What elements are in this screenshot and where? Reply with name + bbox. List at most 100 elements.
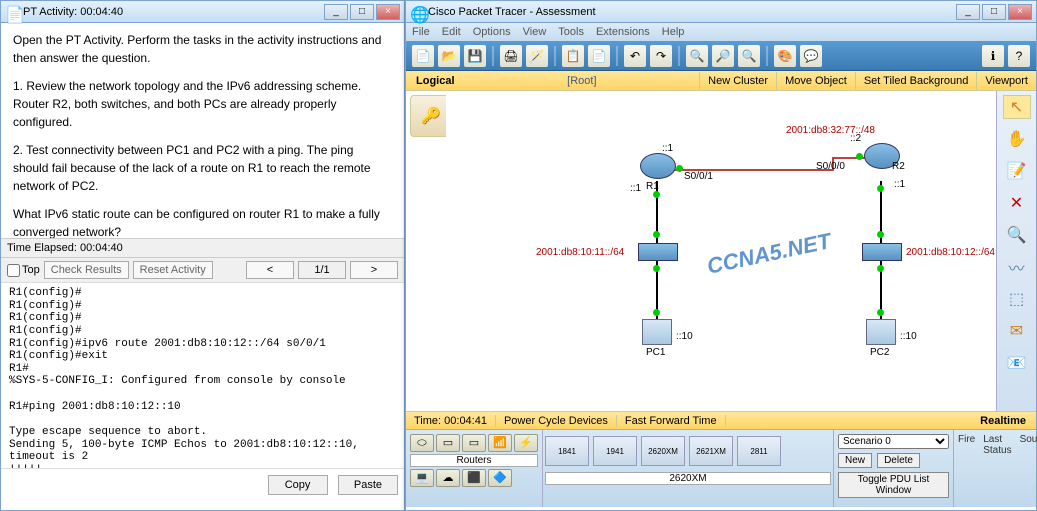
- cli-terminal[interactable]: R1(config)# R1(config)# R1(config)# R1(c…: [1, 282, 404, 468]
- model-1941[interactable]: 1941: [593, 436, 637, 466]
- menu-options[interactable]: Options: [473, 26, 511, 38]
- inspect-tool-icon[interactable]: 🔍: [1003, 223, 1031, 247]
- menu-extensions[interactable]: Extensions: [596, 26, 650, 38]
- reset-activity-button[interactable]: Reset Activity: [133, 261, 213, 279]
- watermark: CCNA5.NET: [705, 228, 834, 280]
- routers-icon[interactable]: ⬭: [410, 434, 434, 452]
- complex-pdu-icon[interactable]: 📧: [1003, 351, 1031, 375]
- pdu-col-last: Last Status: [983, 434, 1011, 456]
- pc1[interactable]: [642, 319, 672, 345]
- resize-tool-icon[interactable]: ⬚: [1003, 287, 1031, 311]
- delete-tool-icon[interactable]: ✕: [1003, 191, 1031, 215]
- model-2811[interactable]: 2811: [737, 436, 781, 466]
- device-models: 1841 1941 2620XM 2621XM 2811 2620XM: [543, 430, 833, 507]
- check-results-button[interactable]: Check Results: [44, 261, 129, 279]
- help-icon[interactable]: ?: [1008, 45, 1030, 67]
- model-2621xm[interactable]: 2621XM: [689, 436, 733, 466]
- packet-tracer-window: 🌐 Cisco Packet Tracer - Assessment _ □ ×…: [405, 0, 1037, 511]
- switch-right[interactable]: [862, 243, 902, 261]
- shape-tool-icon[interactable]: 〰: [1003, 255, 1031, 279]
- maximize-button[interactable]: □: [350, 4, 374, 20]
- new-cluster-button[interactable]: New Cluster: [699, 72, 776, 90]
- r2-lan-addr: ::1: [894, 179, 905, 190]
- prev-button[interactable]: <: [246, 261, 294, 279]
- save-icon[interactable]: 💾: [464, 45, 486, 67]
- move-object-button[interactable]: Move Object: [776, 72, 855, 90]
- fast-forward-button[interactable]: Fast Forward Time: [617, 415, 726, 427]
- switch-left[interactable]: [638, 243, 678, 261]
- note-tool-icon[interactable]: 📝: [1003, 159, 1031, 183]
- new-scenario-button[interactable]: New: [838, 453, 872, 468]
- right-toolbar: ↖ ✋ 📝 ✕ 🔍 〰 ⬚ ✉ 📧: [996, 91, 1036, 411]
- r2-label: R2: [892, 161, 905, 172]
- model-1841[interactable]: 1841: [545, 436, 589, 466]
- zoomout-icon[interactable]: 🔍: [738, 45, 760, 67]
- zoomreset-icon[interactable]: 🔎: [712, 45, 734, 67]
- logical-tab[interactable]: Logical: [406, 75, 465, 87]
- multi-icon[interactable]: 🔷: [488, 469, 512, 487]
- question-text: What IPv6 static route can be configured…: [13, 205, 392, 238]
- select-tool-icon[interactable]: ↖: [1003, 95, 1031, 119]
- menu-file[interactable]: File: [412, 26, 430, 38]
- model-2620xm[interactable]: 2620XM: [641, 436, 685, 466]
- router-r1[interactable]: [640, 153, 676, 179]
- timebar: Time: 00:04:41 Power Cycle Devices Fast …: [406, 411, 1036, 429]
- realtime-tab[interactable]: Realtime: [970, 415, 1036, 427]
- top-checkbox[interactable]: Top: [7, 264, 40, 277]
- toggle-pdu-button[interactable]: Toggle PDU List Window: [838, 472, 949, 498]
- delete-scenario-button[interactable]: Delete: [877, 453, 920, 468]
- set-bg-button[interactable]: Set Tiled Background: [855, 72, 977, 90]
- palette-icon[interactable]: 🎨: [774, 45, 796, 67]
- end-devices-icon[interactable]: 💻: [410, 469, 434, 487]
- info-icon[interactable]: ℹ: [982, 45, 1004, 67]
- hubs-icon[interactable]: ▭: [462, 434, 486, 452]
- hand-tool-icon[interactable]: ✋: [1003, 127, 1031, 151]
- undo-icon[interactable]: ↶: [624, 45, 646, 67]
- close-button[interactable]: ×: [1008, 4, 1032, 20]
- pc2[interactable]: [866, 319, 896, 345]
- pt-app-icon: 📄: [5, 5, 19, 19]
- open-icon[interactable]: 📂: [438, 45, 460, 67]
- paste-icon[interactable]: 📄: [588, 45, 610, 67]
- switches-icon[interactable]: ▭: [436, 434, 460, 452]
- menubar: File Edit Options View Tools Extensions …: [406, 23, 1036, 41]
- intro-text: Open the PT Activity. Perform the tasks …: [13, 31, 392, 67]
- wizard-icon[interactable]: 🪄: [526, 45, 548, 67]
- viewport-button[interactable]: Viewport: [976, 72, 1036, 90]
- wireless-icon[interactable]: 📶: [488, 434, 512, 452]
- pt-titlebar[interactable]: 📄 PT Activity: 00:04:40 _ □ ×: [1, 1, 404, 23]
- topology-canvas[interactable]: 2001:db8:32:77::/48 2001:db8:10:11::/64 …: [446, 91, 996, 401]
- print-icon[interactable]: 🖨: [500, 45, 522, 67]
- wan-icon[interactable]: ☁: [436, 469, 460, 487]
- menu-tools[interactable]: Tools: [558, 26, 584, 38]
- menu-help[interactable]: Help: [662, 26, 685, 38]
- connections-icon[interactable]: ⚡: [514, 434, 538, 452]
- sim-time: Time: 00:04:41: [406, 415, 496, 427]
- cpt-titlebar[interactable]: 🌐 Cisco Packet Tracer - Assessment _ □ ×: [406, 1, 1036, 23]
- menu-edit[interactable]: Edit: [442, 26, 461, 38]
- copy-icon[interactable]: 📋: [562, 45, 584, 67]
- new-icon[interactable]: 📄: [412, 45, 434, 67]
- minimize-button[interactable]: _: [324, 4, 348, 20]
- next-button[interactable]: >: [350, 261, 398, 279]
- instructions-pane: Open the PT Activity. Perform the tasks …: [1, 23, 404, 238]
- r1-label: R1: [646, 181, 659, 192]
- pc2-label: PC2: [870, 347, 889, 358]
- menu-view[interactable]: View: [523, 26, 547, 38]
- simple-pdu-icon[interactable]: ✉: [1003, 319, 1031, 343]
- paste-button[interactable]: Paste: [338, 475, 398, 495]
- root-breadcrumb[interactable]: [Root]: [465, 75, 700, 87]
- pc1-addr: ::10: [676, 331, 693, 342]
- close-button[interactable]: ×: [376, 4, 400, 20]
- redo-icon[interactable]: ↷: [650, 45, 672, 67]
- power-cycle-button[interactable]: Power Cycle Devices: [496, 415, 617, 427]
- pt-controlbar: Top Check Results Reset Activity < 1/1 >: [1, 257, 404, 282]
- zoomin-icon[interactable]: 🔍: [686, 45, 708, 67]
- scenario-select[interactable]: Scenario 0: [838, 434, 949, 449]
- dialog-icon[interactable]: 💬: [800, 45, 822, 67]
- minimize-button[interactable]: _: [956, 4, 980, 20]
- copy-button[interactable]: Copy: [268, 475, 328, 495]
- s000-label: S0/0/0: [816, 161, 845, 172]
- custom-icon[interactable]: ⬛: [462, 469, 486, 487]
- maximize-button[interactable]: □: [982, 4, 1006, 20]
